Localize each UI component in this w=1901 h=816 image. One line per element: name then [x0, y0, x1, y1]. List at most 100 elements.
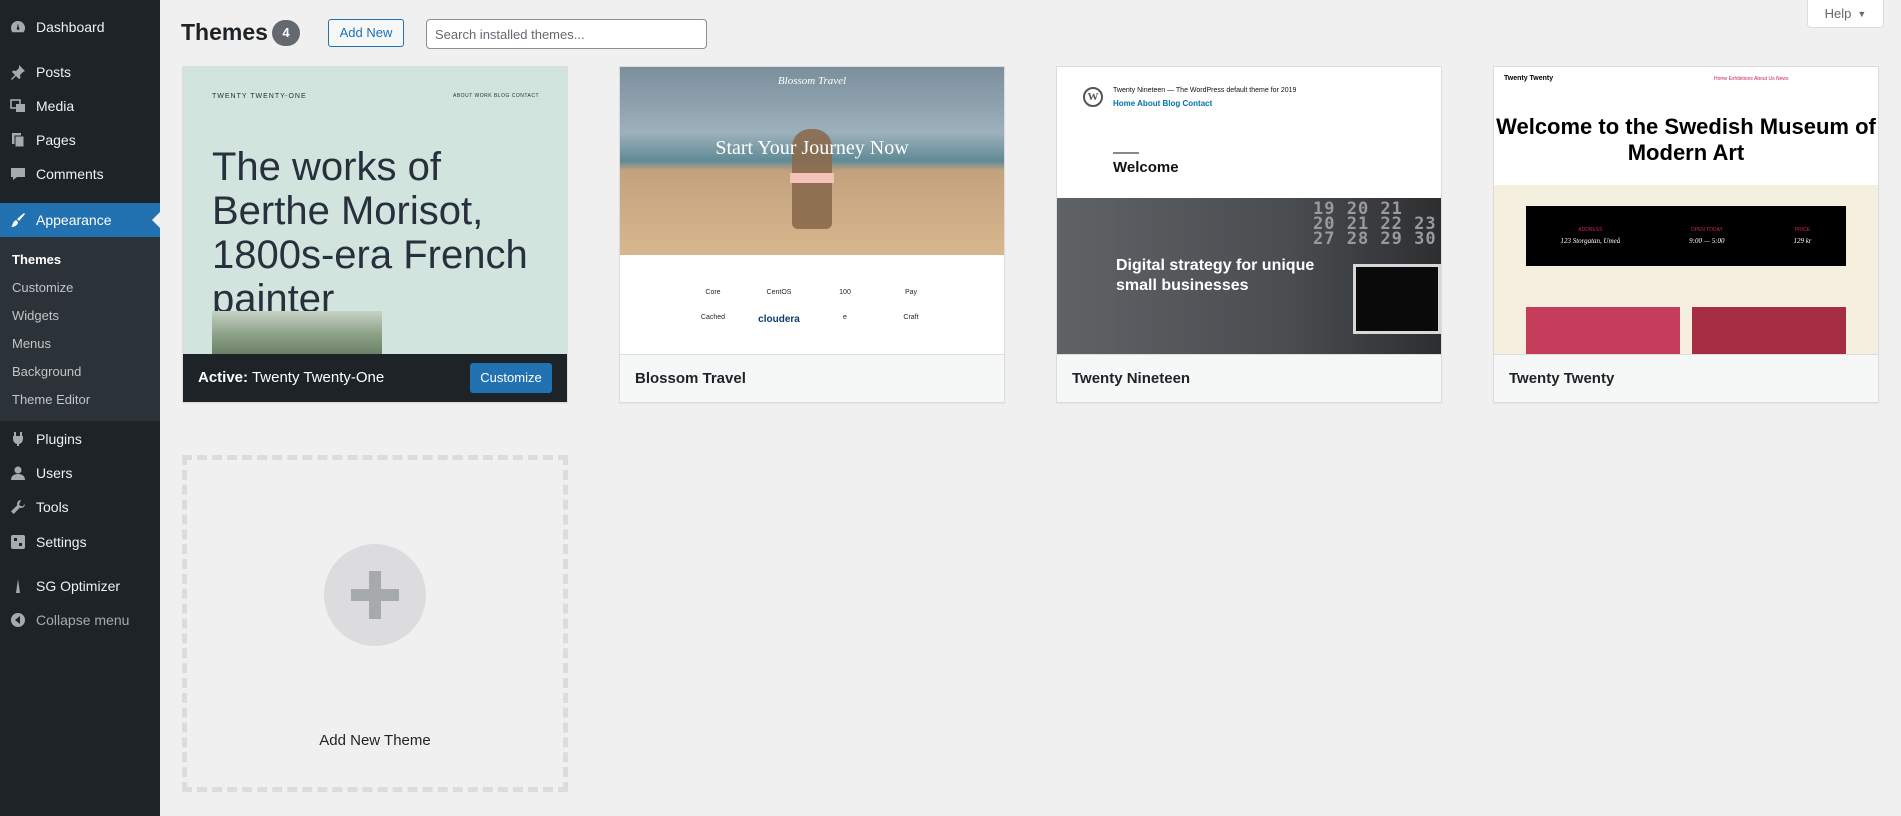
- preview-red-block: [1692, 307, 1846, 354]
- partner-logo: Craft: [903, 314, 919, 321]
- preview-nav: Home Exhibitions About Us News: [1714, 76, 1789, 82]
- plus-icon: [324, 544, 426, 646]
- customize-button[interactable]: Customize: [470, 363, 552, 393]
- admin-sidebar: Dashboard Posts Media Pages Comments App…: [0, 0, 160, 816]
- plugin-icon: [12, 432, 24, 446]
- sidebar-item-comments[interactable]: Comments: [0, 157, 160, 191]
- preview-cta-button: [790, 173, 834, 183]
- theme-name: Twenty Nineteen: [1057, 354, 1441, 402]
- sidebar-item-media[interactable]: Media: [0, 89, 160, 123]
- sidebar-item-label: Plugins: [36, 431, 82, 447]
- sidebar-item-label: Posts: [36, 64, 72, 80]
- settings-icon: [11, 535, 25, 549]
- preview-site-title: Twenty Nineteen — The WordPress default …: [1113, 87, 1297, 94]
- media-icon: [10, 99, 25, 112]
- preview-hero-text: The works of Berthe Morisot, 1800s-era F…: [212, 145, 528, 321]
- preview-site-title: TWENTY TWENTY-ONE: [212, 93, 307, 100]
- preview-partner-logos: Core CentOS 100 Pay Cached cloudera e Cr…: [680, 289, 944, 325]
- sidebar-item-label: Pages: [36, 132, 76, 148]
- preview-nav: Home About Blog Contact: [1113, 99, 1213, 108]
- search-input[interactable]: [426, 19, 707, 49]
- submenu-item-theme-editor[interactable]: Theme Editor: [12, 392, 90, 407]
- preview-welcome: Welcome: [1113, 159, 1179, 176]
- theme-card-twenty-nineteen[interactable]: W Twenty Nineteen — The WordPress defaul…: [1056, 66, 1442, 403]
- dashboard-icon: [11, 21, 25, 33]
- sidebar-item-label: Users: [36, 465, 73, 481]
- sg-optimizer-icon: [13, 579, 23, 593]
- preview-painting-image: [212, 311, 382, 354]
- theme-screenshot[interactable]: W Twenty Nineteen — The WordPress defaul…: [1057, 67, 1441, 354]
- wordpress-logo-icon: W: [1083, 87, 1103, 107]
- partner-logo: Core: [705, 289, 721, 296]
- active-theme-bar: Active: Twenty Twenty-One Customize: [183, 354, 567, 402]
- partner-logo: e: [843, 314, 847, 321]
- preview-calendar-digits: 19 20 21 20 21 22 23 24 27 28 29 30: [1313, 199, 1437, 249]
- sidebar-item-label: Comments: [36, 166, 104, 182]
- pushpin-icon: [11, 65, 25, 80]
- theme-name: Twenty Twenty-One: [251, 369, 385, 386]
- partner-logo: CentOS: [766, 289, 792, 296]
- user-icon: [11, 466, 25, 480]
- theme-name: Twenty Twenty: [1494, 354, 1878, 402]
- preview-divider: [1113, 152, 1139, 154]
- sidebar-item-label: Dashboard: [36, 19, 105, 35]
- collapse-icon: [11, 613, 25, 627]
- theme-count-badge: 4: [272, 20, 300, 46]
- submenu-item-menus[interactable]: Menus: [12, 336, 51, 351]
- preview-logo: Blossom Travel: [777, 75, 847, 87]
- page-title: Themes: [181, 19, 268, 45]
- sidebar-item-pages[interactable]: Pages: [0, 123, 160, 157]
- pages-icon: [12, 133, 25, 148]
- collapse-menu-button[interactable]: Collapse menu: [0, 603, 160, 637]
- theme-screenshot[interactable]: TWENTY TWENTY-ONE ABOUT WORK BLOG CONTAC…: [183, 67, 567, 354]
- preview-heading: Welcome to the Swedish Museum of Modern …: [1496, 114, 1876, 165]
- sidebar-item-label: Appearance: [36, 212, 112, 228]
- submenu-item-background[interactable]: Background: [12, 364, 81, 379]
- sidebar-item-label: Media: [36, 98, 75, 114]
- theme-screenshot[interactable]: Blossom Travel Start Your Journey Now Co…: [620, 67, 1004, 354]
- sidebar-item-label: Collapse menu: [36, 612, 130, 628]
- preview-monitor: [1353, 264, 1441, 334]
- add-new-button[interactable]: Add New: [328, 19, 404, 47]
- sidebar-item-label: Tools: [36, 499, 69, 515]
- submenu-item-widgets[interactable]: Widgets: [12, 308, 59, 323]
- caret-down-icon: ▼: [1857, 8, 1867, 19]
- theme-card-blossom-travel[interactable]: Blossom Travel Start Your Journey Now Co…: [619, 66, 1005, 403]
- theme-card-twenty-twenty-one[interactable]: TWENTY TWENTY-ONE ABOUT WORK BLOG CONTAC…: [182, 66, 568, 403]
- partner-logo: 100: [839, 289, 851, 296]
- sidebar-item-settings[interactable]: Settings: [0, 525, 160, 559]
- add-new-theme-label: Add New Theme: [319, 732, 431, 749]
- sidebar-item-label: Settings: [36, 534, 87, 550]
- info-item: ADDRESS 123 Storgatan, Umeå: [1560, 227, 1621, 245]
- partner-logo: cloudera: [758, 314, 800, 325]
- theme-card-twenty-twenty[interactable]: Twenty Twenty Home Exhibitions About Us …: [1493, 66, 1879, 403]
- comment-icon: [11, 168, 25, 180]
- help-label: Help: [1824, 6, 1852, 21]
- sidebar-item-sg-optimizer[interactable]: SG Optimizer: [0, 569, 160, 603]
- sidebar-item-posts[interactable]: Posts: [0, 55, 160, 89]
- sidebar-item-label: SG Optimizer: [36, 578, 121, 594]
- preview-site-title: Twenty Twenty: [1504, 75, 1554, 82]
- sidebar-item-users[interactable]: Users: [0, 456, 160, 490]
- sidebar-item-tools[interactable]: Tools: [0, 490, 160, 524]
- preview-digital-heading: Digital strategy for unique small busine…: [1116, 257, 1315, 294]
- appearance-submenu: Themes Customize Widgets Menus Backgroun…: [0, 237, 160, 421]
- help-button[interactable]: Help ▼: [1807, 0, 1884, 28]
- preview-info-bar: ADDRESS 123 Storgatan, Umeå OPEN TODAY 9:0…: [1526, 206, 1846, 266]
- theme-screenshot[interactable]: Twenty Twenty Home Exhibitions About Us …: [1494, 67, 1878, 354]
- sidebar-item-appearance[interactable]: Appearance: [0, 203, 160, 237]
- partner-logo: Cached: [700, 314, 726, 321]
- theme-name: Blossom Travel: [620, 354, 1004, 402]
- preview-tagline: Start Your Journey Now: [715, 137, 909, 159]
- partner-logo: Pay: [904, 289, 918, 296]
- sidebar-item-plugins[interactable]: Plugins: [0, 422, 160, 456]
- info-item: PRICE 129 kr: [1793, 227, 1812, 245]
- add-new-theme-card[interactable]: Add New Theme: [182, 455, 568, 792]
- active-label: Active:: [198, 369, 249, 386]
- submenu-item-customize[interactable]: Customize: [12, 280, 73, 295]
- submenu-item-themes[interactable]: Themes: [12, 252, 61, 267]
- wrench-icon: [11, 500, 25, 514]
- paintbrush-icon: [11, 213, 25, 227]
- sidebar-item-dashboard[interactable]: Dashboard: [0, 10, 160, 44]
- preview-nav: ABOUT WORK BLOG CONTACT: [453, 93, 540, 99]
